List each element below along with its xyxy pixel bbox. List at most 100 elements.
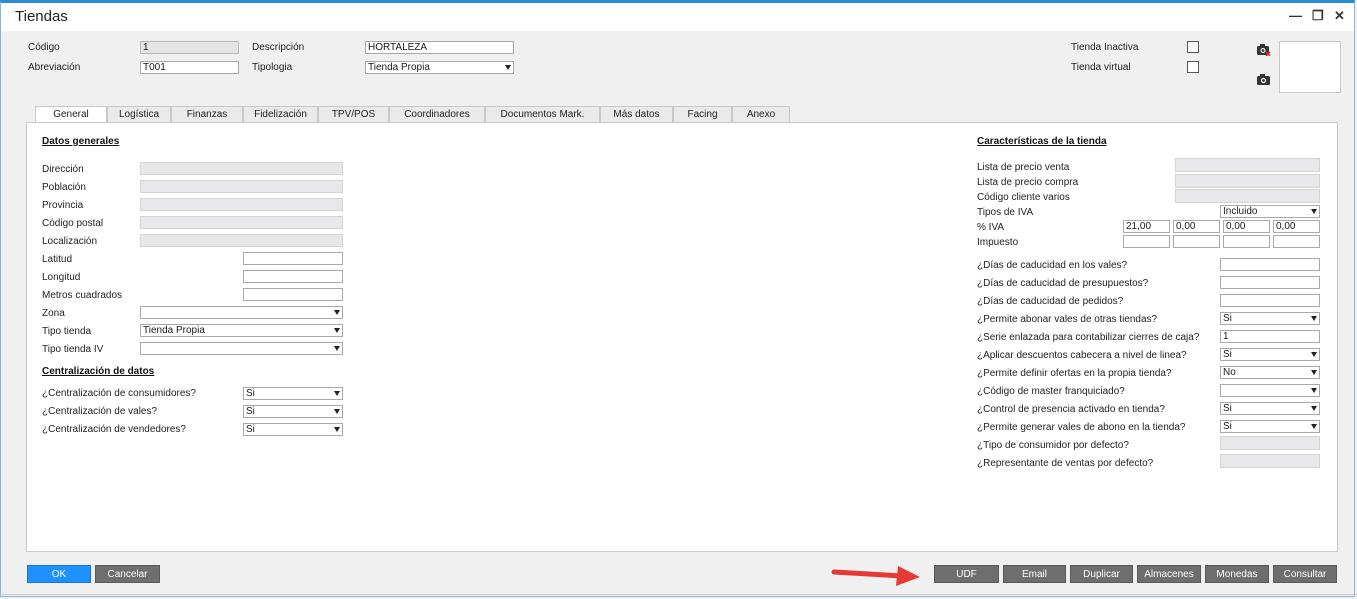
- chevron-down-icon: [334, 409, 340, 414]
- tab-anexo[interactable]: Anexo: [732, 106, 790, 123]
- tienda-inactiva-checkbox[interactable]: [1187, 41, 1199, 53]
- pct-iva-field-3[interactable]: 0,00: [1223, 220, 1270, 233]
- tab-fidelizacion[interactable]: Fidelización: [243, 106, 318, 123]
- abreviacion-field[interactable]: T001: [140, 61, 239, 74]
- definir-ofertas-label: ¿Permite definir ofertas en la propia ti…: [977, 368, 1172, 379]
- direccion-field[interactable]: [140, 162, 343, 175]
- tab-documentos-mark[interactable]: Documentos Mark.: [485, 106, 600, 123]
- caracteristicas-title: Características de la tienda: [977, 136, 1107, 147]
- tienda-virtual-checkbox[interactable]: [1187, 61, 1199, 73]
- tipo-tienda-value: Tienda Propia: [143, 325, 205, 336]
- tab-coordinadores[interactable]: Coordinadores: [389, 106, 485, 123]
- central-vendedores-select[interactable]: Si: [243, 423, 343, 436]
- poblacion-field[interactable]: [140, 180, 343, 193]
- master-franquiciado-select[interactable]: [1220, 384, 1320, 397]
- localizacion-field[interactable]: [140, 234, 343, 247]
- minimize-icon[interactable]: —: [1289, 8, 1302, 23]
- chevron-down-icon: [334, 328, 340, 333]
- almacenes-button[interactable]: Almacenes: [1137, 565, 1201, 583]
- caducidad-presupuestos-field[interactable]: [1220, 276, 1320, 289]
- store-image[interactable]: [1279, 41, 1341, 93]
- central-vales-value: Si: [246, 406, 255, 417]
- impuesto-field-1[interactable]: [1123, 235, 1170, 248]
- impuesto-field-4[interactable]: [1273, 235, 1320, 248]
- tab-tpv-pos[interactable]: TPV/POS: [318, 106, 389, 123]
- central-consumidores-select[interactable]: Si: [243, 387, 343, 400]
- email-button[interactable]: Email: [1003, 565, 1066, 583]
- caducidad-pedidos-field[interactable]: [1220, 294, 1320, 307]
- zona-select[interactable]: [140, 306, 343, 319]
- longitud-field[interactable]: [243, 270, 343, 283]
- udf-button[interactable]: UDF: [934, 565, 999, 583]
- serie-enlazada-field[interactable]: 1: [1220, 330, 1320, 343]
- tipo-tienda-iv-select[interactable]: [140, 342, 343, 355]
- tipo-tienda-label: Tipo tienda: [42, 326, 92, 337]
- codigo-postal-field[interactable]: [140, 216, 343, 229]
- central-vendedores-value: Si: [246, 424, 255, 435]
- chevron-down-icon: [1311, 406, 1317, 411]
- tipologia-select[interactable]: Tienda Propia: [365, 61, 514, 74]
- provincia-field[interactable]: [140, 198, 343, 211]
- central-consumidores-label: ¿Centralización de consumidores?: [42, 388, 196, 399]
- tienda-inactiva-label: Tienda Inactiva: [1071, 42, 1139, 53]
- chevron-down-icon: [1311, 370, 1317, 375]
- codigo-label: Código: [28, 42, 60, 53]
- monedas-button[interactable]: Monedas: [1205, 565, 1269, 583]
- caducidad-pedidos-label: ¿Días de caducidad de pedidos?: [977, 296, 1124, 307]
- codigo-postal-label: Código postal: [42, 218, 104, 229]
- impuesto-field-3[interactable]: [1223, 235, 1270, 248]
- lista-precio-compra-field[interactable]: [1175, 174, 1320, 188]
- vales-abono-select[interactable]: Si: [1220, 420, 1320, 433]
- poblacion-label: Población: [42, 182, 86, 193]
- abonar-vales-select[interactable]: Si: [1220, 312, 1320, 325]
- control-presencia-select[interactable]: Si: [1220, 402, 1320, 415]
- chevron-down-icon: [1311, 209, 1317, 214]
- camera-icon[interactable]: [1257, 74, 1271, 86]
- tab-finanzas[interactable]: Finanzas: [171, 106, 243, 123]
- camera-remove-icon[interactable]: [1257, 44, 1271, 56]
- tipo-tienda-select[interactable]: Tienda Propia: [140, 324, 343, 337]
- chevron-down-icon: [334, 391, 340, 396]
- duplicar-button[interactable]: Duplicar: [1070, 565, 1133, 583]
- codigo-field[interactable]: 1: [140, 41, 239, 54]
- close-icon[interactable]: ✕: [1334, 8, 1345, 24]
- aplicar-descuentos-select[interactable]: Si: [1220, 348, 1320, 361]
- metros-cuadrados-field[interactable]: [243, 288, 343, 301]
- tab-mas-datos[interactable]: Más datos: [600, 106, 673, 123]
- pct-iva-field-4[interactable]: 0,00: [1273, 220, 1320, 233]
- abonar-vales-value: Si: [1223, 313, 1232, 324]
- definir-ofertas-select[interactable]: No: [1220, 366, 1320, 379]
- tipo-consumidor-field[interactable]: [1220, 436, 1320, 450]
- chevron-down-icon: [1311, 388, 1317, 393]
- tipos-iva-select[interactable]: Incluido: [1220, 205, 1320, 218]
- pct-iva-field-2[interactable]: 0,00: [1173, 220, 1220, 233]
- impuesto-label: Impuesto: [977, 237, 1019, 248]
- central-vales-select[interactable]: Si: [243, 405, 343, 418]
- latitud-field[interactable]: [243, 252, 343, 265]
- window-title: Tiendas: [15, 8, 68, 25]
- lista-precio-venta-field[interactable]: [1175, 158, 1320, 172]
- tienda-virtual-label: Tienda virtual: [1071, 62, 1131, 73]
- caducidad-vales-field[interactable]: [1220, 258, 1320, 271]
- representante-field[interactable]: [1220, 454, 1320, 468]
- chevron-down-icon: [334, 346, 340, 351]
- zona-label: Zona: [42, 308, 65, 319]
- pct-iva-field-1[interactable]: 21,00: [1123, 220, 1170, 233]
- codigo-cliente-varios-field[interactable]: [1175, 189, 1320, 203]
- impuesto-field-2[interactable]: [1173, 235, 1220, 248]
- datos-generales-title: Datos generales: [42, 136, 120, 147]
- consultar-button[interactable]: Consultar: [1273, 565, 1337, 583]
- tipo-tienda-iv-label: Tipo tienda IV: [42, 344, 104, 355]
- vales-abono-label: ¿Permite generar vales de abono en la ti…: [977, 422, 1186, 433]
- tab-logistica[interactable]: Logística: [107, 106, 171, 123]
- restore-icon[interactable]: ❐: [1312, 8, 1324, 24]
- control-presencia-label: ¿Control de presencia activado en tienda…: [977, 404, 1165, 415]
- tab-facing[interactable]: Facing: [673, 106, 732, 123]
- cancel-button[interactable]: Cancelar: [95, 565, 160, 583]
- descripcion-field[interactable]: HORTALEZA: [365, 41, 514, 54]
- tipologia-label: Tipologia: [252, 62, 293, 73]
- ok-button[interactable]: OK: [27, 565, 91, 583]
- tipos-iva-value: Incluido: [1223, 206, 1258, 217]
- chevron-down-icon: [334, 310, 340, 315]
- bottom-divider: [0, 594, 1357, 595]
